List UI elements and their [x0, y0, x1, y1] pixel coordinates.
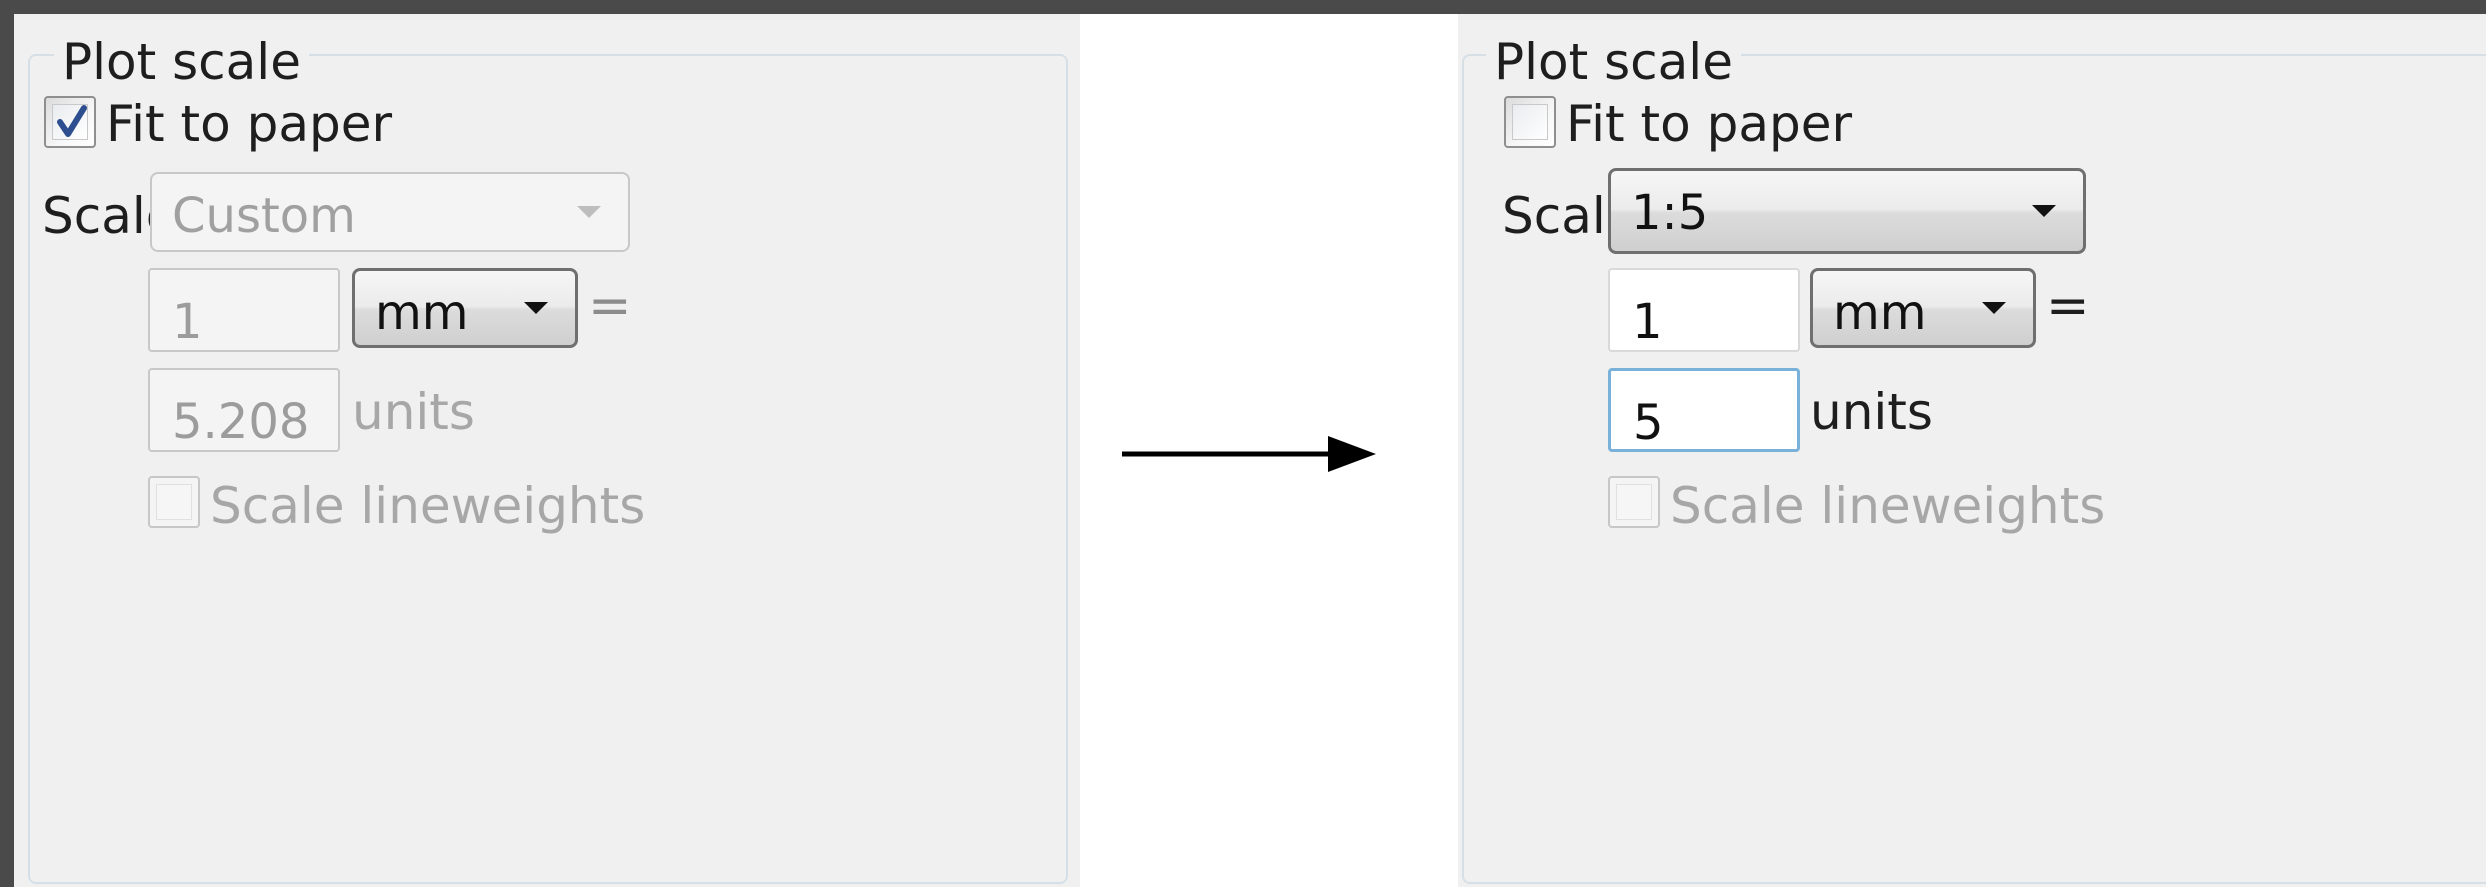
scale-select-value: Custom — [172, 188, 356, 244]
unit-select[interactable]: mm — [1810, 268, 2036, 348]
drawing-units-label: units — [1810, 383, 1933, 441]
plot-scale-title: Plot scale — [1486, 32, 1741, 92]
scale-lineweights-checkbox[interactable] — [1608, 476, 1660, 528]
chevron-down-icon — [577, 206, 601, 218]
drawing-units-input[interactable]: 5.208 — [148, 368, 340, 452]
fit-to-paper-checkbox[interactable] — [44, 96, 96, 148]
chevron-down-icon — [2032, 205, 2056, 217]
paper-units-value: 1 — [172, 294, 203, 350]
plot-scale-title: Plot scale — [54, 32, 309, 92]
drawing-units-label: units — [352, 383, 475, 441]
unit-select[interactable]: mm — [352, 268, 578, 348]
paper-units-value: 1 — [1632, 294, 1663, 350]
fit-to-paper-text: Fit to paper — [1566, 95, 1853, 153]
fit-to-paper-text: Fit to paper — [106, 95, 393, 153]
scale-select-value: 1:5 — [1631, 185, 1709, 241]
chevron-down-icon — [1982, 302, 2006, 314]
after-panel: Plot scale Fit to paper Scale: 1:5 1 mm … — [1458, 14, 2486, 887]
comparison-canvas: Plot scale Fit to paper Scale: Custom 1 … — [0, 0, 2486, 887]
drawing-units-value: 5.208 — [172, 394, 310, 450]
equals-sign: = — [2046, 276, 2090, 336]
unit-select-value: mm — [1833, 285, 1927, 341]
before-panel: Plot scale Fit to paper Scale: Custom 1 … — [14, 14, 1080, 887]
scale-lineweights-checkbox[interactable] — [148, 476, 200, 528]
scale-lineweights-label: Scale lineweights — [1670, 477, 2106, 535]
scale-select[interactable]: 1:5 — [1608, 168, 2086, 254]
fit-to-paper-label: Fit to paper — [106, 94, 392, 154]
scale-select[interactable]: Custom — [150, 172, 630, 252]
drawing-units-value: 5 — [1633, 395, 1664, 451]
checkmark-icon — [57, 105, 87, 137]
equals-sign: = — [588, 276, 632, 336]
unit-select-value: mm — [375, 285, 469, 341]
scale-lineweights-label: Scale lineweights — [210, 477, 646, 535]
paper-units-input[interactable]: 1 — [1608, 268, 1800, 352]
fit-to-paper-checkbox[interactable] — [1504, 96, 1556, 148]
paper-units-input[interactable]: 1 — [148, 268, 340, 352]
right-arrow-icon — [1122, 436, 1376, 472]
fit-to-paper-label: Fit to paper — [1566, 94, 1852, 154]
chevron-down-icon — [524, 302, 548, 314]
drawing-units-input[interactable]: 5 — [1608, 368, 1800, 452]
